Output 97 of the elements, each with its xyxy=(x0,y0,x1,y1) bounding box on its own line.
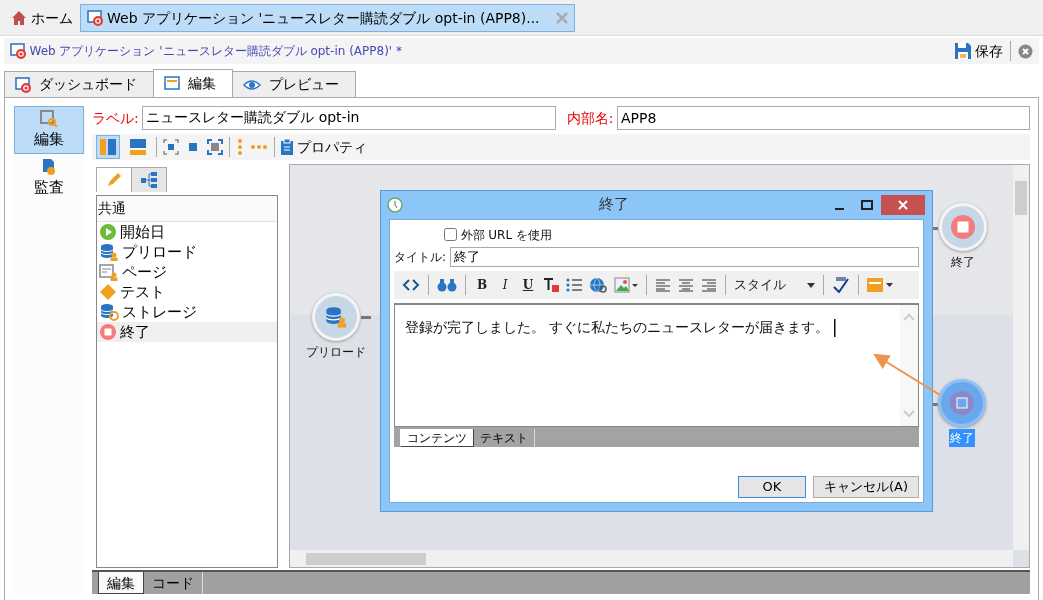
tab[interactable] xyxy=(130,167,167,192)
find-icon xyxy=(437,278,457,292)
checkbox[interactable] xyxy=(444,228,457,241)
align-left-icon xyxy=(655,278,671,292)
title-field[interactable]: 終了 xyxy=(449,247,919,267)
close-button[interactable] xyxy=(881,194,925,215)
editor-scrollbar[interactable] xyxy=(900,305,918,426)
align-right-icon xyxy=(701,278,717,292)
eye-icon xyxy=(243,78,261,91)
tree-icon xyxy=(140,172,157,188)
group-header: 共通 xyxy=(97,196,277,222)
format-button[interactable]: I xyxy=(495,274,515,296)
image-icon xyxy=(614,277,638,293)
field-label: 内部名: xyxy=(566,108,614,128)
sidebar-item[interactable]: 編集 xyxy=(14,106,84,154)
stop-icon xyxy=(950,213,976,240)
horizontal-dots-icon[interactable] xyxy=(250,143,268,151)
document-info-icon xyxy=(42,157,56,176)
page-icon xyxy=(99,263,119,281)
horizontal-scrollbar[interactable] xyxy=(290,550,1013,567)
app-icon xyxy=(10,43,26,59)
chevron-down-icon xyxy=(903,410,915,418)
text-cursor xyxy=(834,319,837,337)
palette-item[interactable]: 終了 xyxy=(97,322,277,342)
field-label: ラベル: xyxy=(92,108,139,128)
style-dropdown[interactable]: スタイル xyxy=(732,274,817,296)
workflow-node[interactable] xyxy=(938,378,986,427)
palette-item[interactable]: プリロード xyxy=(97,242,277,262)
app-icon xyxy=(15,76,31,93)
list-icon xyxy=(566,278,582,292)
text-color-icon xyxy=(543,277,559,293)
dialog-title: 終了 xyxy=(599,194,629,216)
layout-button[interactable] xyxy=(96,135,120,159)
format-button[interactable]: U xyxy=(518,274,538,296)
node-label: 終了 xyxy=(949,428,975,447)
zoom-fit-icon[interactable] xyxy=(207,139,223,155)
node-label: プリロード xyxy=(305,343,367,361)
align-center-icon xyxy=(678,278,694,292)
ok-button[interactable]: OK xyxy=(737,475,806,498)
format-button[interactable]: B xyxy=(472,274,492,296)
spellcheck-icon xyxy=(832,277,850,293)
fit-icon[interactable] xyxy=(163,139,179,155)
tab[interactable]: Web アプリケーション 'ニュースレター購読ダブル opt-in (APP8)... xyxy=(80,4,575,32)
diamond-icon xyxy=(99,283,117,301)
minimize-icon xyxy=(834,207,844,210)
palette-item[interactable]: 開始日 xyxy=(97,222,277,242)
maximize-icon xyxy=(861,199,873,210)
tab[interactable]: 編集 xyxy=(98,572,144,594)
window-icon xyxy=(164,76,180,90)
magnifier-icon xyxy=(40,109,58,128)
tab[interactable]: コード xyxy=(144,572,203,594)
database-refresh-icon xyxy=(99,303,119,321)
close-icon xyxy=(898,199,908,210)
checkbox-label: 外部 URL を使用 xyxy=(460,226,552,244)
home-icon xyxy=(11,10,27,26)
palette-item[interactable]: テスト xyxy=(97,282,277,302)
tab[interactable] xyxy=(95,167,132,192)
spellcheck-button[interactable] xyxy=(830,274,852,296)
horizontal-layout-icon xyxy=(130,139,146,155)
label-field[interactable]: ニュースレター購読ダブル opt-in xyxy=(142,106,557,130)
app-icon xyxy=(87,10,103,26)
scroll-thumb xyxy=(1015,180,1027,215)
image-button[interactable] xyxy=(612,274,640,296)
save-button[interactable]: 保存 xyxy=(953,40,1003,62)
pencil-icon xyxy=(105,172,122,188)
database-user-icon xyxy=(99,243,119,261)
stop-icon xyxy=(99,323,117,341)
tab[interactable]: コンテンツ xyxy=(400,429,474,447)
tab[interactable]: ダッシュボード xyxy=(4,71,154,97)
cancel-button[interactable]: キャンセル(A) xyxy=(812,475,919,498)
clipboard-icon xyxy=(281,139,293,155)
tab[interactable]: ホーム xyxy=(4,4,80,32)
palette-item[interactable]: ストレージ xyxy=(97,302,277,322)
sidebar-item[interactable]: 監査 xyxy=(14,154,84,202)
clock-icon xyxy=(387,196,403,213)
link-icon xyxy=(589,277,607,293)
vertical-layout-icon xyxy=(100,139,116,155)
properties-button[interactable]: プロパティ xyxy=(281,136,367,158)
tab[interactable]: テキスト xyxy=(474,429,535,447)
document-title: Web アプリケーション 'ニュースレター購読ダブル opt-in (APP8)' * xyxy=(29,43,402,60)
database-user-icon xyxy=(324,305,348,328)
field-label: タイトル: xyxy=(394,249,447,266)
palette-item[interactable]: ページ xyxy=(97,262,277,282)
tab[interactable]: プレビュー xyxy=(232,71,356,97)
save-icon xyxy=(953,42,972,60)
stop-icon xyxy=(949,389,975,416)
vertical-scrollbar[interactable] xyxy=(1013,164,1029,550)
close-icon[interactable] xyxy=(1018,43,1033,59)
vertical-dots-icon[interactable] xyxy=(236,138,244,156)
caret-icon xyxy=(807,282,815,288)
insert-icon xyxy=(867,278,893,292)
node-label: 終了 xyxy=(950,253,976,271)
annotation-arrow xyxy=(872,352,942,397)
source-icon xyxy=(402,278,420,292)
chevron-up-icon xyxy=(903,313,915,321)
internal-name-field[interactable]: APP8 xyxy=(616,106,1030,130)
play-icon xyxy=(99,223,117,241)
